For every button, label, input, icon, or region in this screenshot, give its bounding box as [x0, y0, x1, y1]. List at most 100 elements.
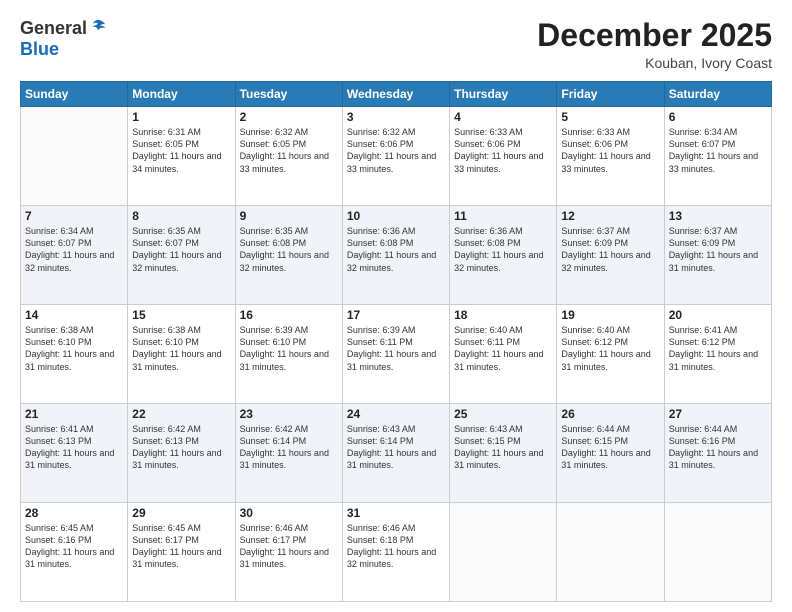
table-row: 23Sunrise: 6:42 AMSunset: 6:14 PMDayligh…: [235, 404, 342, 503]
day-number: 23: [240, 407, 338, 421]
table-row: 28Sunrise: 6:45 AMSunset: 6:16 PMDayligh…: [21, 503, 128, 602]
cell-info: Sunrise: 6:36 AMSunset: 6:08 PMDaylight:…: [454, 225, 552, 274]
cell-info: Sunrise: 6:32 AMSunset: 6:05 PMDaylight:…: [240, 126, 338, 175]
table-row: 24 Sunrise: 6:43 AMSunset: 6:14 PMDayligh…: [342, 404, 449, 503]
day-number: 12: [561, 209, 659, 223]
day-number: 30: [240, 506, 338, 520]
table-row: 3Sunrise: 6:32 AMSunset: 6:06 PMDaylight…: [342, 107, 449, 206]
cell-info: Sunrise: 6:33 AMSunset: 6:06 PMDaylight:…: [561, 126, 659, 175]
table-row: 20Sunrise: 6:41 AMSunset: 6:12 PMDayligh…: [664, 305, 771, 404]
table-row: 17Sunrise: 6:39 AMSunset: 6:11 PMDayligh…: [342, 305, 449, 404]
day-number: 27: [669, 407, 767, 421]
day-number: 7: [25, 209, 123, 223]
table-row: 19 Sunrise: 6:40 AMSunset: 6:12 PMDayligh…: [557, 305, 664, 404]
cell-info: Sunrise: 6:43 AMSunset: 6:15 PMDaylight:…: [454, 423, 552, 472]
logo-blue-text: Blue: [20, 39, 59, 60]
title-block: December 2025 Kouban, Ivory Coast: [537, 18, 772, 71]
day-number: 29: [132, 506, 230, 520]
day-number: 1: [132, 110, 230, 124]
cell-info: Sunrise: 6:41 AMSunset: 6:12 PMDaylight:…: [669, 324, 767, 373]
table-row: 25 Sunrise: 6:43 AMSunset: 6:15 PMDayligh…: [450, 404, 557, 503]
table-row: 27 Sunrise: 6:44 AMSunset: 6:16 PMDayligh…: [664, 404, 771, 503]
day-number: 22: [132, 407, 230, 421]
day-number: 2: [240, 110, 338, 124]
table-row: 8 Sunrise: 6:35 AMSunset: 6:07 PMDaylight…: [128, 206, 235, 305]
calendar-week-row: 14 Sunrise: 6:38 AMSunset: 6:10 PMDayligh…: [21, 305, 772, 404]
month-title: December 2025: [537, 18, 772, 53]
day-number: 4: [454, 110, 552, 124]
table-row: 29 Sunrise: 6:45 AMSunset: 6:17 PMDayligh…: [128, 503, 235, 602]
col-thursday: Thursday: [450, 82, 557, 107]
table-row: 26 Sunrise: 6:44 AMSunset: 6:15 PMDayligh…: [557, 404, 664, 503]
day-number: 26: [561, 407, 659, 421]
table-row: 10 Sunrise: 6:36 AMSunset: 6:08 PMDayligh…: [342, 206, 449, 305]
cell-info: Sunrise: 6:44 AMSunset: 6:16 PMDaylight:…: [669, 423, 767, 472]
day-number: 8: [132, 209, 230, 223]
day-number: 21: [25, 407, 123, 421]
table-row: [21, 107, 128, 206]
page: General Blue December 2025 Kouban, Ivory…: [0, 0, 792, 612]
table-row: 5 Sunrise: 6:33 AMSunset: 6:06 PMDaylight…: [557, 107, 664, 206]
calendar-week-row: 21 Sunrise: 6:41 AMSunset: 6:13 PMDayligh…: [21, 404, 772, 503]
cell-info: Sunrise: 6:36 AMSunset: 6:08 PMDaylight:…: [347, 225, 445, 274]
col-saturday: Saturday: [664, 82, 771, 107]
col-friday: Friday: [557, 82, 664, 107]
cell-info: Sunrise: 6:35 AMSunset: 6:08 PMDaylight:…: [240, 225, 338, 274]
cell-info: Sunrise: 6:38 AMSunset: 6:10 PMDaylight:…: [132, 324, 230, 373]
cell-info: Sunrise: 6:41 AMSunset: 6:13 PMDaylight:…: [25, 423, 123, 472]
cell-info: Sunrise: 6:40 AMSunset: 6:12 PMDaylight:…: [561, 324, 659, 373]
logo-general-text: General: [20, 18, 87, 39]
calendar-week-row: 7Sunrise: 6:34 AMSunset: 6:07 PMDaylight…: [21, 206, 772, 305]
logo-bird-icon: [89, 18, 107, 36]
cell-info: Sunrise: 6:37 AMSunset: 6:09 PMDaylight:…: [561, 225, 659, 274]
table-row: 12 Sunrise: 6:37 AMSunset: 6:09 PMDayligh…: [557, 206, 664, 305]
day-number: 6: [669, 110, 767, 124]
cell-info: Sunrise: 6:42 AMSunset: 6:13 PMDaylight:…: [132, 423, 230, 472]
day-number: 11: [454, 209, 552, 223]
day-number: 3: [347, 110, 445, 124]
day-number: 18: [454, 308, 552, 322]
day-number: 15: [132, 308, 230, 322]
table-row: 30Sunrise: 6:46 AMSunset: 6:17 PMDayligh…: [235, 503, 342, 602]
cell-info: Sunrise: 6:43 AMSunset: 6:14 PMDaylight:…: [347, 423, 445, 472]
cell-info: Sunrise: 6:33 AMSunset: 6:06 PMDaylight:…: [454, 126, 552, 175]
cell-info: Sunrise: 6:35 AMSunset: 6:07 PMDaylight:…: [132, 225, 230, 274]
table-row: 6Sunrise: 6:34 AMSunset: 6:07 PMDaylight…: [664, 107, 771, 206]
table-row: 21 Sunrise: 6:41 AMSunset: 6:13 PMDayligh…: [21, 404, 128, 503]
calendar-table: Sunday Monday Tuesday Wednesday Thursday…: [20, 81, 772, 602]
day-number: 25: [454, 407, 552, 421]
cell-info: Sunrise: 6:45 AMSunset: 6:17 PMDaylight:…: [132, 522, 230, 571]
table-row: [557, 503, 664, 602]
location-text: Kouban, Ivory Coast: [537, 55, 772, 71]
col-monday: Monday: [128, 82, 235, 107]
table-row: [450, 503, 557, 602]
day-number: 10: [347, 209, 445, 223]
table-row: 9 Sunrise: 6:35 AMSunset: 6:08 PMDaylight…: [235, 206, 342, 305]
col-wednesday: Wednesday: [342, 82, 449, 107]
day-number: 16: [240, 308, 338, 322]
day-number: 19: [561, 308, 659, 322]
cell-info: Sunrise: 6:31 AMSunset: 6:05 PMDaylight:…: [132, 126, 230, 175]
cell-info: Sunrise: 6:44 AMSunset: 6:15 PMDaylight:…: [561, 423, 659, 472]
table-row: 1 Sunrise: 6:31 AMSunset: 6:05 PMDaylight…: [128, 107, 235, 206]
table-row: 11 Sunrise: 6:36 AMSunset: 6:08 PMDayligh…: [450, 206, 557, 305]
table-row: 14Sunrise: 6:38 AMSunset: 6:10 PMDayligh…: [21, 305, 128, 404]
calendar-header-row: Sunday Monday Tuesday Wednesday Thursday…: [21, 82, 772, 107]
logo: General Blue: [20, 18, 107, 60]
col-tuesday: Tuesday: [235, 82, 342, 107]
calendar-week-row: 1 Sunrise: 6:31 AMSunset: 6:05 PMDaylight…: [21, 107, 772, 206]
day-number: 9: [240, 209, 338, 223]
day-number: 31: [347, 506, 445, 520]
day-number: 28: [25, 506, 123, 520]
table-row: 16 Sunrise: 6:39 AMSunset: 6:10 PMDayligh…: [235, 305, 342, 404]
day-number: 5: [561, 110, 659, 124]
cell-info: Sunrise: 6:40 AMSunset: 6:11 PMDaylight:…: [454, 324, 552, 373]
day-number: 14: [25, 308, 123, 322]
table-row: [664, 503, 771, 602]
day-number: 13: [669, 209, 767, 223]
day-number: 24: [347, 407, 445, 421]
cell-info: Sunrise: 6:39 AMSunset: 6:10 PMDaylight:…: [240, 324, 338, 373]
table-row: 22 Sunrise: 6:42 AMSunset: 6:13 PMDayligh…: [128, 404, 235, 503]
table-row: 13Sunrise: 6:37 AMSunset: 6:09 PMDayligh…: [664, 206, 771, 305]
cell-info: Sunrise: 6:46 AMSunset: 6:18 PMDaylight:…: [347, 522, 445, 571]
